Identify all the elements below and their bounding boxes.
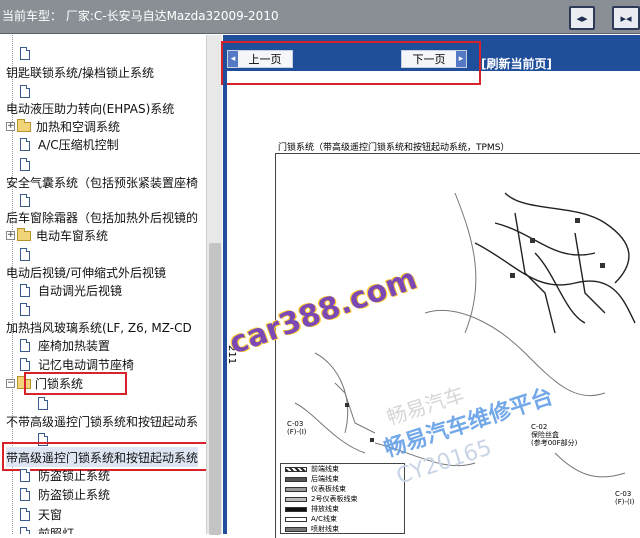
page-icon [20,247,30,261]
tree-node-label: 天窗 [38,507,63,522]
tree-scrollbar[interactable] [206,35,222,535]
legend-row: A/C线束 [285,514,404,524]
page-icon [20,487,30,501]
tree-node-headlight[interactable]: 前照灯 [20,523,74,534]
tree-node-page[interactable] [20,154,30,174]
tree-node-rear-defroster[interactable]: 后车窗除霜器（包括加热外后视镜的 [6,207,198,227]
tree-node-label: 电动车窗系统 [36,228,109,243]
tree-node-label: 前照灯 [38,526,75,535]
legend-row: 喷射线束 [285,524,404,534]
tree-node-page[interactable] [20,299,30,319]
tree-node-label: 防盗锁止系统 [38,468,111,483]
tree-node-label: 钥匙联锁系统/操档锁止系统 [6,65,155,80]
page-icon [20,283,30,297]
tree-node-heated-windshield[interactable]: 加热挡风玻璃系统(LF, Z6, MZ-CD [6,317,192,337]
tree-node-hvac[interactable]: + 加热和空调系统 [6,116,120,136]
door-lock-highlight [24,372,127,395]
tree-node-memory-seat[interactable]: 记忆电动调节座椅 [20,354,134,374]
tree-node-label: 加热和空调系统 [36,119,121,134]
tree-node-label: 座椅加热装置 [38,338,111,353]
page-icon [20,507,30,521]
connector-label-1: C-03 (F)-(I) [287,420,307,436]
page-icon [20,84,30,98]
tree-node-label: 不带高级遥控门锁系统和按钮起动系 [6,414,199,429]
tree-node-label: 加热挡风玻璃系统(LF, Z6, MZ-CD [6,320,192,335]
tree-node-power-mirror[interactable]: 电动后视镜/可伸缩式外后视镜 [6,262,166,282]
expand-toggle-icon: ◂▸ [576,11,588,25]
tree-node-label: 电动后视镜/可伸缩式外后视镜 [6,265,167,280]
legend-row: 排放线束 [285,504,404,514]
page-icon [20,338,30,352]
tree-node-label: A/C压缩机控制 [38,137,119,152]
tree-node-airbag[interactable]: 安全气囊系统（包括预张紧装置座椅 [6,172,198,192]
page-icon [20,193,30,207]
tree-node-immobilizer-1[interactable]: 防盗锁止系统 [20,465,110,485]
scrollbar-thumb[interactable] [209,243,221,535]
page-icon [38,396,48,410]
connector-label-3: C-03 (F)-(I) [615,490,635,506]
tree-node-page[interactable] [38,393,48,413]
fuse-box-label: C-02 保险丝盒 (参考00F部分) [531,423,578,447]
tree-node-label: 电动液压助力转向(EHPAS)系统 [6,101,175,116]
page-icon [20,46,30,60]
tree-node-label: 自动调光后视镜 [38,283,123,298]
legend-row: 前端线束 [285,464,404,474]
tree-node-page[interactable] [20,43,30,63]
page-icon [20,137,30,151]
page-icon [20,157,30,171]
expand-icon[interactable]: + [6,121,15,131]
tree-node-page[interactable] [20,244,30,264]
page-icon [20,468,30,482]
tree-node-key-interlock[interactable]: 钥匙联锁系统/操档锁止系统 [6,62,154,82]
tree-node-door-lock-without-advanced[interactable]: 不带高级遥控门锁系统和按钮起动系 [6,411,198,431]
tree-node-label: 记忆电动调节座椅 [38,357,135,372]
tree-node-auto-dimming-mirror[interactable]: 自动调光后视镜 [20,280,122,300]
tree-node-label: 安全气囊系统（包括预张紧装置座椅 [6,175,199,190]
tree-node-seat-heater[interactable]: 座椅加热装置 [20,335,110,355]
page-left-border [223,71,227,534]
page-icon [20,302,30,316]
tree-node-label: 防盗锁止系统 [38,487,111,502]
tree-node-power-window[interactable]: + 电动车窗系统 [6,225,108,245]
page-icon [20,357,30,371]
expand-icon[interactable]: + [6,230,15,240]
expand-toggle-button[interactable]: ◂▸ [569,6,595,30]
refresh-page-link[interactable]: [刷新当前页] [481,55,552,72]
collapse-icon[interactable]: − [6,378,15,388]
legend-row: 2号仪表板线束 [285,494,404,504]
collapse-toggle-icon: ▸◂ [620,11,632,25]
nav-buttons-highlight [221,41,481,85]
tree-node-immobilizer-2[interactable]: 防盗锁止系统 [20,484,110,504]
diagram-title: 门锁系统（带高级遥控门锁系统和按钮起动系统，TPMS） [278,143,510,153]
legend-row: 仪表板线束 [285,484,404,494]
current-vehicle-title: 当前车型： 厂家:C-长安马自达Mazda32009-2010 [2,9,279,23]
harness-legend: 前端线束 后端线束 仪表板线束 2号仪表板线束 排放线束 A/C线束 喷射线束 [280,463,405,534]
folder-icon [17,228,31,241]
tree-node-ehpas[interactable]: 电动液压助力转向(EHPAS)系统 [6,98,174,118]
tree-node-ac-compressor[interactable]: A/C压缩机控制 [20,134,119,154]
top-header: 当前车型： 厂家:C-长安马自达Mazda32009-2010 ◂▸ ▸◂ [0,0,640,34]
collapse-toggle-button[interactable]: ▸◂ [612,6,640,30]
tree-node-sunroof[interactable]: 天窗 [20,504,62,524]
page-icon [20,526,30,534]
legend-row: 后端线束 [285,474,404,484]
navigation-tree: 钥匙联锁系统/操档锁止系统 电动液压助力转向(EHPAS)系统 + 加热和空调系… [0,35,206,534]
tree-node-label: 后车窗除霜器（包括加热外后视镜的 [6,210,199,225]
folder-icon [17,119,31,132]
